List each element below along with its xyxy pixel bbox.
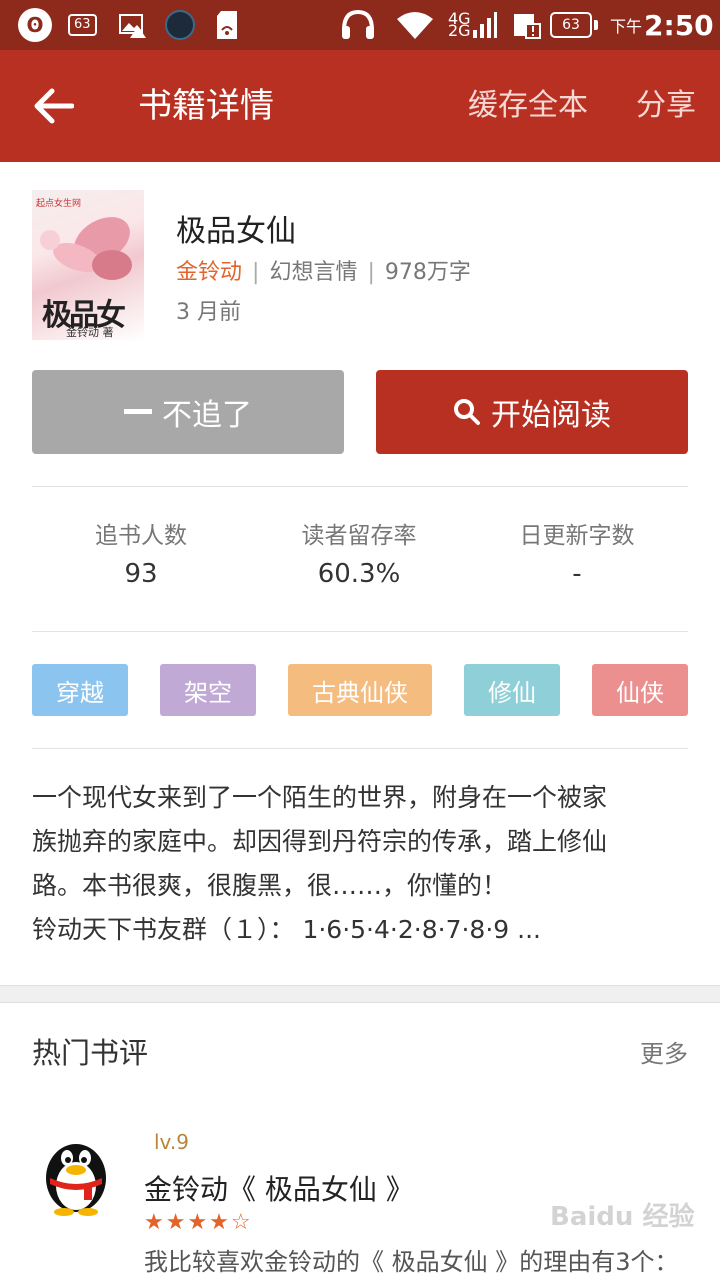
- penguin-avatar-icon: [46, 1144, 106, 1216]
- more-reviews-link[interactable]: 更多: [640, 1034, 688, 1069]
- sd-card-icon: [216, 0, 238, 50]
- headset-icon: [340, 0, 376, 50]
- app-bar: 书籍详情 缓存全本 分享: [0, 50, 720, 162]
- signal-icon: [472, 0, 498, 50]
- divider: [32, 748, 688, 749]
- start-reading-button[interactable]: 开始阅读: [376, 370, 688, 454]
- book-title: 极品女仙: [176, 214, 296, 249]
- network-2g-label: 2G: [448, 21, 471, 40]
- battery-icon: 63: [550, 0, 598, 50]
- tag-chip[interactable]: 仙侠: [592, 664, 688, 716]
- stat-retention: 读者留存率 60.3%: [250, 518, 468, 594]
- tag-chip[interactable]: 修仙: [464, 664, 560, 716]
- status-bar: ʘ 63 4G 2G 63 下午 2:50: [0, 0, 720, 50]
- search-icon: [453, 398, 481, 426]
- clock-prefix: 下午: [610, 17, 643, 36]
- unfollow-button[interactable]: 不追了: [32, 370, 344, 454]
- book-description[interactable]: 一个现代女来到了一个陌生的世界，附身在一个被家 族抛弃的家庭中。却因得到丹符宗的…: [32, 776, 692, 952]
- sim-alert-icon: [512, 0, 542, 50]
- book-cover[interactable]: 起点女生网 极品女仙 金铃动 著: [32, 190, 144, 340]
- book-updated: 3 月前: [176, 300, 241, 325]
- section-gap: [0, 985, 720, 1003]
- divider: [32, 631, 688, 632]
- minus-icon: [124, 409, 152, 415]
- review-rating-stars: ★★★★☆: [144, 1210, 253, 1235]
- meta-separator: |: [252, 260, 260, 285]
- book-word-count: 978万字: [384, 260, 471, 285]
- hot-reviews-title: 热门书评: [32, 1036, 149, 1070]
- stats-row: 追书人数 93 读者留存率 60.3% 日更新字数 -: [32, 518, 688, 598]
- book-author[interactable]: 金铃动: [176, 260, 242, 285]
- network-type: 4G 2G: [448, 0, 471, 50]
- meta-separator: |: [367, 260, 375, 285]
- book-meta: 金铃动 | 幻想言情 | 978万字: [176, 254, 471, 286]
- description-line: 一个现代女来到了一个陌生的世界，附身在一个被家: [32, 783, 608, 812]
- clock-time: 2:50: [644, 8, 714, 42]
- arrow-left-icon: [34, 88, 74, 124]
- unfollow-label: 不追了: [162, 398, 252, 433]
- baidu-watermark: Baidu 经验: [550, 1202, 695, 1232]
- cover-badge: 起点女生网: [36, 199, 82, 209]
- stat-followers: 追书人数 93: [32, 518, 250, 594]
- book-info: 起点女生网 极品女仙 金铃动 著 极品女仙 金铃动 | 幻想言情 | 978万字 3 月…: [32, 190, 688, 340]
- avatar[interactable]: [36, 1130, 116, 1216]
- music-app-icon: [165, 0, 195, 50]
- book-category: 幻想言情: [269, 260, 358, 285]
- divider: [32, 486, 688, 487]
- tag-chip[interactable]: 穿越: [32, 664, 128, 716]
- notification-count-icon: 63: [68, 0, 97, 50]
- clock: 下午 2:50: [610, 0, 714, 50]
- stat-daily-words: 日更新字数 -: [468, 518, 686, 594]
- tag-chip[interactable]: 古典仙侠: [288, 664, 432, 716]
- stat-label: 日更新字数: [519, 523, 635, 549]
- stat-value: 93: [124, 559, 158, 589]
- app-logo-icon: ʘ: [18, 0, 54, 50]
- battery-level: 63: [550, 12, 592, 38]
- cover-author: 金铃动 著: [66, 326, 114, 339]
- share-button[interactable]: 分享: [636, 80, 696, 132]
- stat-label: 追书人数: [95, 523, 187, 549]
- tag-chip[interactable]: 架空: [160, 664, 256, 716]
- back-button[interactable]: [24, 76, 84, 136]
- wifi-icon: [396, 0, 434, 50]
- page-title: 书籍详情: [138, 86, 274, 126]
- review-excerpt: 我比较喜欢金铃动的《 极品女仙 》的理由有3个：: [144, 1248, 679, 1276]
- stat-value: -: [572, 559, 582, 589]
- notification-count: 63: [68, 14, 97, 36]
- stat-label: 读者留存率: [301, 523, 417, 549]
- cache-all-button[interactable]: 缓存全本: [468, 80, 588, 132]
- user-level: lv.9: [154, 1130, 189, 1154]
- description-line: 族抛弃的家庭中。却因得到丹符宗的传承，踏上修仙: [32, 827, 608, 856]
- description-line: 铃动天下书友群（１）： 1·6·5·4·2·8·7·8·9 ...: [32, 915, 541, 944]
- review-title: 金铃动《 极品女仙 》: [144, 1173, 414, 1206]
- start-reading-label: 开始阅读: [491, 398, 611, 433]
- stat-value: 60.3%: [317, 559, 401, 589]
- image-warning-icon: [118, 0, 148, 50]
- description-line: 路。本书很爽，很腹黑，很……，你懂的！: [32, 871, 508, 900]
